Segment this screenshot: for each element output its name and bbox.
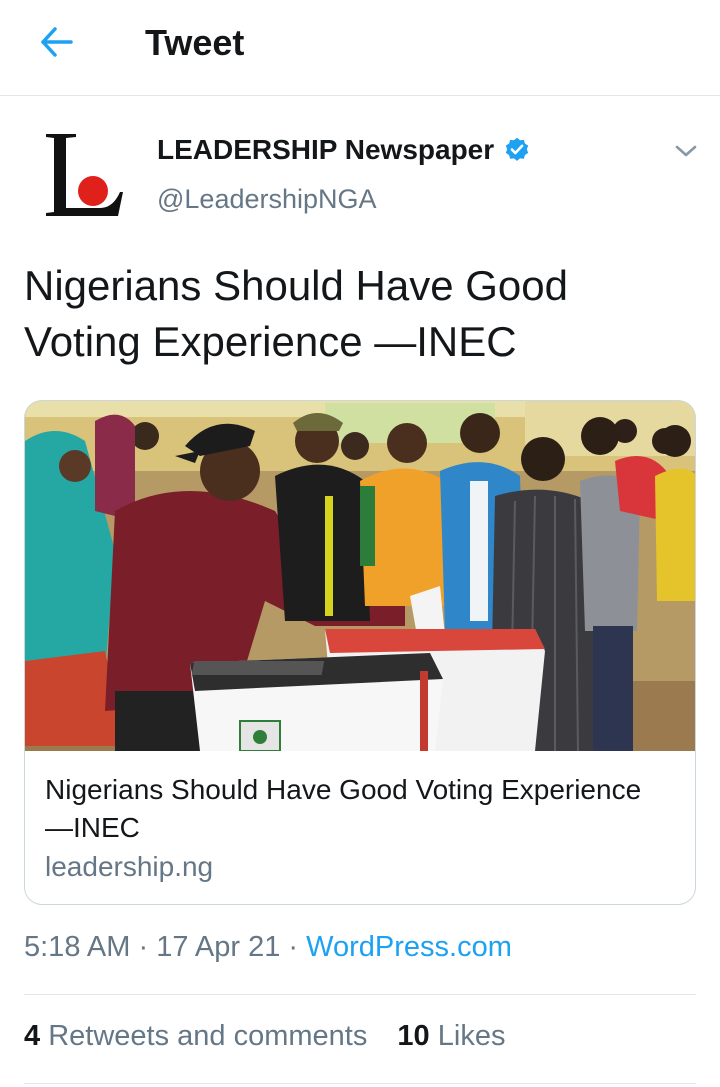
divider	[24, 994, 696, 995]
likes-count: 10	[397, 1020, 430, 1052]
link-preview-card[interactable]: Nigerians Should Have Good Voting Experi…	[24, 400, 696, 905]
tweet-stats: 4 Retweets and comments 10 Likes	[24, 1020, 505, 1053]
card-photo	[25, 401, 695, 751]
tweet-source-link[interactable]: WordPress.com	[306, 931, 512, 963]
retweets-count: 4	[24, 1020, 41, 1052]
tweet-text: Nigerians Should Have Good Voting Experi…	[24, 262, 568, 365]
retweets-label: Retweets and comments	[48, 1020, 368, 1052]
author-name-row[interactable]: LEADERSHIP Newspaper	[157, 134, 531, 166]
author-display-name: LEADERSHIP Newspaper	[157, 134, 495, 165]
chevron-down-icon	[675, 145, 697, 157]
meta-separator: ·	[138, 931, 149, 963]
top-app-bar: Tweet	[0, 0, 720, 96]
card-title: Nigerians Should Have Good Voting Experi…	[45, 774, 642, 843]
tweet-time: 5:18 AM	[24, 931, 131, 963]
divider	[24, 1083, 696, 1084]
arrow-left-icon	[41, 27, 73, 57]
leadership-logo	[46, 134, 123, 216]
likes-stat[interactable]: 10 Likes	[397, 1020, 505, 1052]
tweet-meta: 5:18 AM · 17 Apr 21 · WordPress.com	[24, 931, 512, 964]
page-title: Tweet	[145, 22, 245, 63]
meta-separator: ·	[288, 931, 299, 963]
tweet-menu-button[interactable]	[670, 136, 702, 166]
tweet-date: 17 Apr 21	[156, 931, 281, 963]
likes-label: Likes	[437, 1020, 506, 1052]
card-domain: leadership.ng	[45, 851, 214, 882]
author-handle[interactable]: @LeadershipNGA	[157, 184, 377, 215]
retweets-stat[interactable]: 4 Retweets and comments	[24, 1020, 367, 1052]
avatar[interactable]	[36, 128, 132, 224]
verified-badge-icon	[505, 137, 529, 161]
back-button[interactable]	[34, 22, 78, 62]
